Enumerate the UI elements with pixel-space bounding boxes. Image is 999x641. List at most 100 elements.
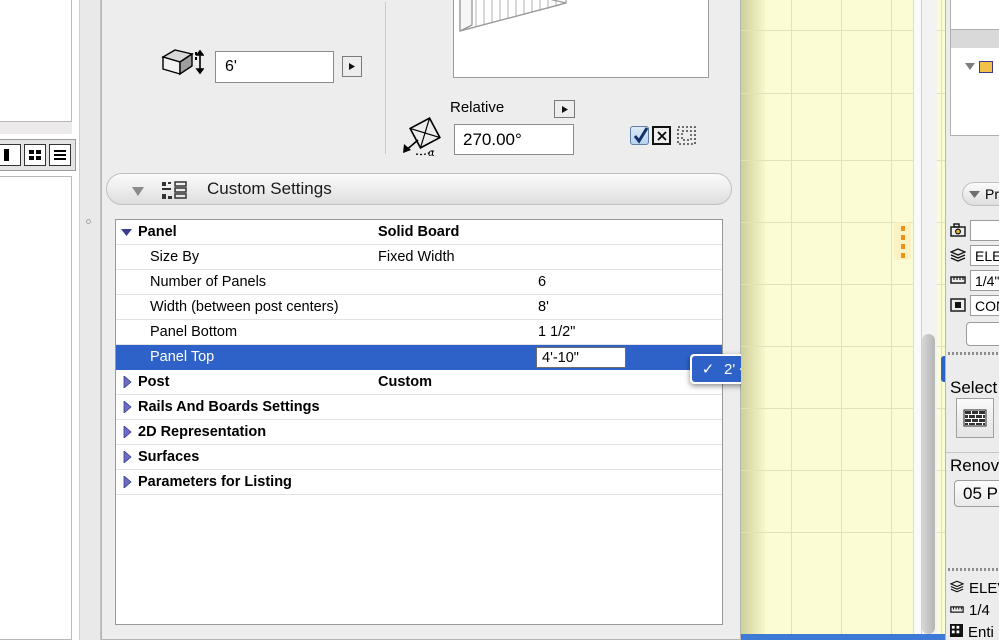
select-label: Select [950,378,998,397]
row-value: 6 [538,274,547,290]
table-row-selected[interactable]: Panel Top 4'-10" [116,345,722,370]
row-label: Rails And Boards Settings [138,399,320,415]
application-window: 6' Relative α 270.00° Custom Settings Pa… [0,0,999,641]
info-row-scale-label: 1/4 [969,602,990,619]
renovation-status-value: 05 P [963,483,998,503]
relative-popup-button[interactable] [554,100,575,118]
table-row[interactable]: Number of Panels 6 [116,270,722,295]
sidebar-tree-panel[interactable] [950,48,999,136]
disclosure-triangle-right-icon[interactable] [116,426,138,438]
sidebar-combo-field[interactable] [966,322,999,346]
scale-field[interactable]: 1/4" [970,270,999,291]
info-row-layer-label: ELEV [969,580,999,597]
rotation-angle-value: 270.00° [463,129,522,149]
disclosure-triangle-icon[interactable] [969,187,981,202]
sidebar-bottom-drag-handle[interactable] [948,568,999,571]
scale-field-value: 1/4" [975,272,999,289]
right-sidebar: Pr ELEV 1/4" CON Select [945,0,999,641]
properties-panel-label: Pr [985,186,999,202]
row-label: Panel Top [150,349,215,365]
disclosure-triangle-right-icon[interactable] [116,476,138,488]
list-view-button[interactable] [0,144,21,166]
sidebar-drag-handle[interactable] [948,352,999,355]
fence-preview [453,0,709,78]
info-row-layer[interactable]: ELEV [949,580,999,597]
disclosure-triangle-right-icon[interactable] [116,401,138,413]
info-row-structure[interactable]: Enti [950,624,994,641]
canvas-bottom-highlight [741,634,945,640]
layers-icon[interactable] [949,246,967,264]
clear-option-button[interactable] [652,126,671,145]
brick-wall-button[interactable] [956,398,994,438]
pen-field-value: CON [975,297,999,314]
custom-settings-header[interactable]: Custom Settings [106,173,732,205]
sidebar-white-top [950,0,999,30]
disclosure-triangle-icon[interactable] [965,59,976,74]
settings-list-icon [161,180,189,202]
row-label: Parameters for Listing [138,474,292,490]
row-value: Fixed Width [378,249,455,265]
table-row[interactable]: Width (between post centers) 8' [116,295,722,320]
vertical-scrollbar-thumb[interactable] [922,334,935,634]
tree-item[interactable] [965,59,993,74]
layer-field-value: ELEV [975,247,999,264]
height-popup-button[interactable] [342,56,362,77]
renovation-status-combo[interactable]: 05 P [954,480,999,507]
table-row[interactable]: 2D Representation [116,420,722,445]
row-label: Size By [150,249,200,265]
info-row-scale[interactable]: 1/4 [950,602,990,619]
scale-ruler-icon[interactable] [949,271,967,289]
scale-ruler-icon [950,602,964,619]
selection-marquee-icon[interactable] [677,126,696,145]
pen-field[interactable]: CON [970,295,999,316]
properties-panel-header[interactable]: Pr [962,182,999,206]
dimension-parameters-area: 6' Relative α 270.00° [102,0,740,165]
svg-text:α: α [428,148,435,158]
checkmark-icon [633,127,649,144]
x-mark-icon [656,130,667,141]
sidebar-grey-bar [950,30,999,48]
background-gap [0,122,72,134]
table-row[interactable]: Surfaces [116,445,722,470]
panel-top-input[interactable]: 4'-10" [536,347,626,368]
row-label: Number of Panels [150,274,267,290]
camera-icon[interactable] [949,221,967,239]
play-arrow-icon [349,63,355,70]
table-row[interactable]: Panel Bottom 1 1/2" [116,320,722,345]
folder-icon [979,60,993,73]
structure-icon [950,624,963,641]
disclosure-triangle-icon[interactable] [131,185,145,200]
object-settings-dialog: 6' Relative α 270.00° Custom Settings Pa… [101,0,741,640]
panel-divider[interactable] [79,0,101,640]
orange-dashed-marker[interactable] [894,222,911,260]
panel-resize-handle[interactable] [86,219,91,224]
height-input[interactable]: 6' [215,51,334,83]
table-row[interactable]: Rails And Boards Settings [116,395,722,420]
disclosure-triangle-right-icon[interactable] [116,376,138,388]
background-document-top [0,0,72,122]
table-row[interactable]: Parameters for Listing [116,470,722,495]
info-row-structure-label: Enti [968,624,994,641]
row-value: Custom [378,374,432,390]
custom-settings-title: Custom Settings [207,179,332,198]
layer-field[interactable]: ELEV [970,245,999,266]
3d-box-height-icon [159,46,205,78]
table-row[interactable]: Post Custom [116,370,722,395]
rotation-angle-input[interactable]: 270.00° [454,124,574,155]
brick-wall-icon [963,409,987,427]
option-checkbox[interactable] [630,126,649,145]
vertical-separator [385,2,386,154]
camera-field[interactable] [970,220,999,241]
disclosure-triangle-right-icon[interactable] [116,451,138,463]
background-document-bottom [0,176,72,640]
relative-label: Relative [450,99,505,116]
detail-view-button[interactable] [49,144,71,166]
grid-view-button[interactable] [24,144,46,166]
disclosure-triangle-down-icon[interactable] [116,228,138,237]
table-row[interactable]: Size By Fixed Width [116,245,722,270]
settings-list[interactable]: Panel Solid Board Size By Fixed Width Number… [115,219,723,625]
renovation-label: Renov [950,456,999,475]
pen-set-icon[interactable] [949,296,967,314]
table-row[interactable]: Panel Solid Board [116,220,722,245]
row-label: Post [138,374,170,390]
